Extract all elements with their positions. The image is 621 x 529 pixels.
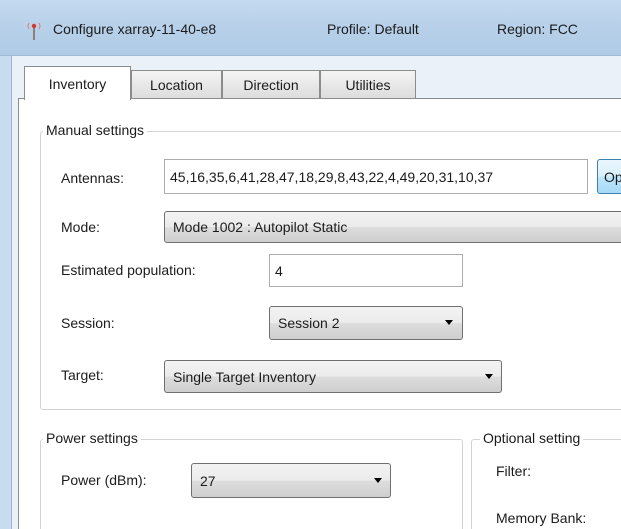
optional-settings-title: Optional setting — [480, 430, 584, 446]
tab-direction-label: Direction — [243, 77, 299, 93]
memory-bank-label: Memory Bank: — [496, 510, 587, 526]
tab-location[interactable]: Location — [131, 70, 222, 99]
session-dropdown[interactable]: Session 2 — [269, 306, 463, 340]
title-bar[interactable]: Configure xarray-11-40-e8 Profile: Defau… — [0, 0, 621, 56]
tab-strip: Inventory Location Direction Utilities — [18, 66, 621, 100]
inventory-tab-panel: Manual settings Antennas: 45,16,35,6,41,… — [18, 98, 621, 529]
mode-dropdown[interactable]: Mode 1002 : Autopilot Static — [164, 211, 621, 243]
window-title: Configure xarray-11-40-e8 — [53, 21, 217, 37]
tab-inventory-label: Inventory — [48, 75, 107, 92]
target-dropdown[interactable]: Single Target Inventory — [164, 360, 502, 393]
tab-utilities[interactable]: Utilities — [320, 70, 416, 99]
configure-window: Configure xarray-11-40-e8 Profile: Defau… — [0, 0, 621, 529]
mode-selected-value: Mode 1002 : Autopilot Static — [173, 219, 348, 235]
manual-settings-title: Manual settings — [43, 122, 148, 138]
power-settings-title: Power settings — [43, 430, 141, 446]
power-label: Power (dBm): — [61, 472, 147, 488]
antenna-options-button[interactable]: Op — [597, 159, 621, 194]
antennas-value: 45,16,35,6,41,28,47,18,29,8,43,22,4,49,2… — [170, 168, 494, 185]
antennas-input[interactable]: 45,16,35,6,41,28,47,18,29,8,43,22,4,49,2… — [164, 159, 588, 194]
mode-label: Mode: — [61, 219, 100, 235]
power-selected-value: 27 — [200, 472, 216, 489]
target-label: Target: — [61, 367, 104, 383]
filter-label: Filter: — [496, 463, 531, 479]
tab-location-label: Location — [150, 77, 203, 93]
profile-indicator: Profile: Default — [327, 21, 419, 37]
antenna-options-label: Op — [604, 168, 621, 185]
chevron-down-icon — [374, 477, 382, 483]
window-left-border — [0, 0, 12, 529]
estimated-population-value: 4 — [275, 262, 283, 279]
estimated-population-label: Estimated population: — [61, 262, 196, 278]
session-label: Session: — [61, 315, 115, 331]
region-indicator: Region: FCC — [497, 21, 578, 37]
power-dropdown[interactable]: 27 — [191, 463, 391, 498]
antennas-label: Antennas: — [61, 170, 125, 186]
estimated-population-input[interactable]: 4 — [269, 254, 463, 287]
antenna-app-icon — [27, 22, 41, 40]
chevron-down-icon — [485, 373, 493, 379]
target-selected-value: Single Target Inventory — [173, 368, 316, 385]
tab-direction[interactable]: Direction — [222, 70, 320, 99]
session-selected-value: Session 2 — [278, 315, 340, 331]
tab-utilities-label: Utilities — [345, 77, 391, 93]
tab-inventory[interactable]: Inventory — [24, 66, 131, 100]
chevron-down-icon — [445, 320, 453, 325]
